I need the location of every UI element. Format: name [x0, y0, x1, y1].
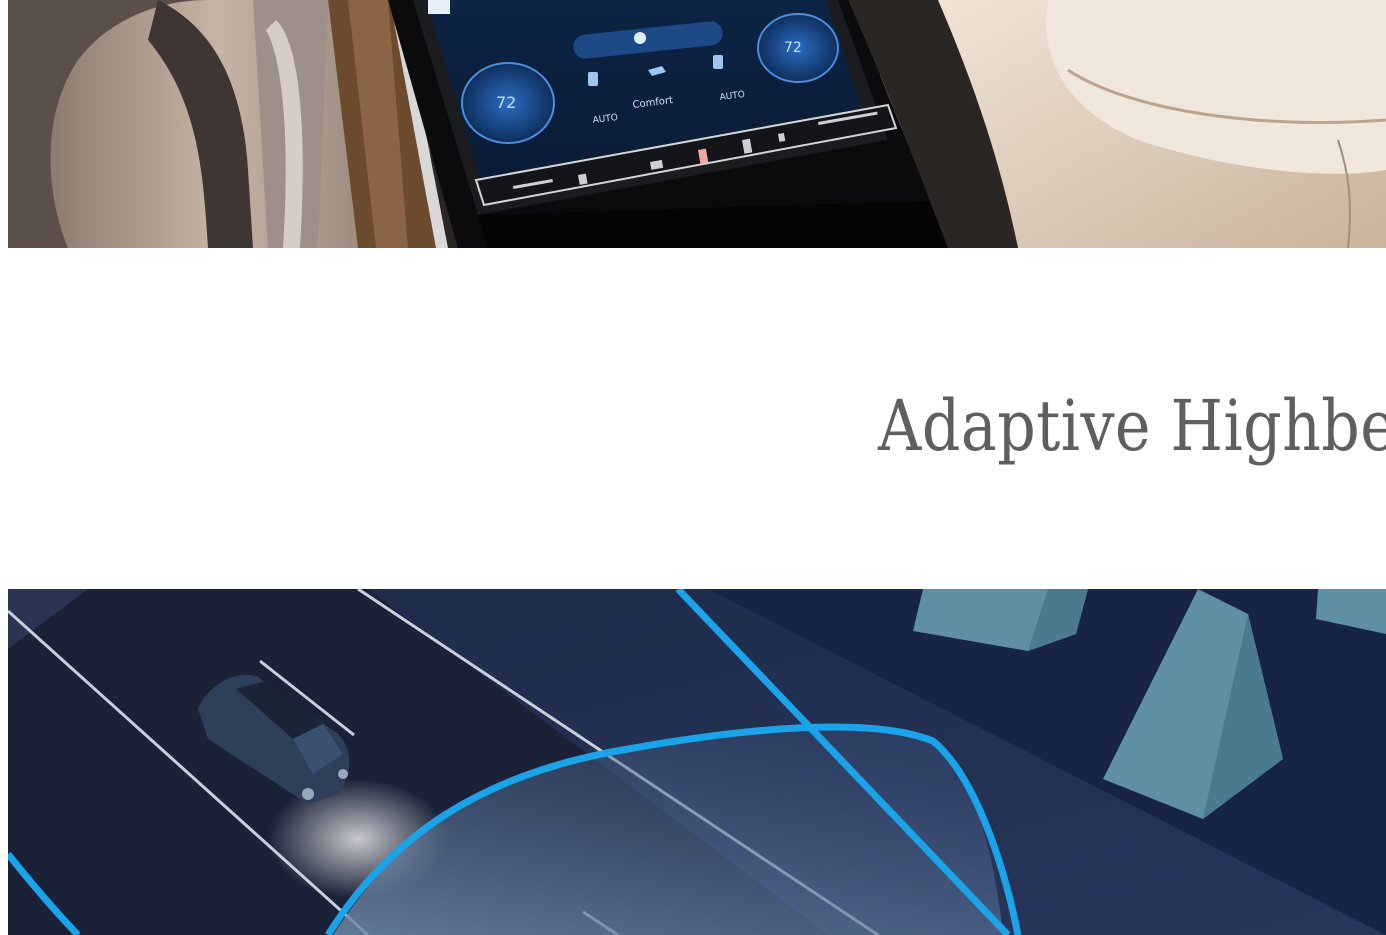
interior-illustration: 72 72 Comfort AUTO AUTO	[8, 0, 1386, 248]
interior-dashboard-image: 72 72 Comfort AUTO AUTO	[8, 0, 1386, 248]
page: 72 72 Comfort AUTO AUTO Adaptive Highbea	[0, 0, 1386, 935]
highbeam-illustration	[8, 589, 1386, 935]
temp-left: 72	[496, 93, 516, 112]
adaptive-highbeam-image	[8, 589, 1386, 935]
temp-right: 72	[784, 40, 802, 56]
section-title: Adaptive Highbea	[878, 385, 1386, 467]
